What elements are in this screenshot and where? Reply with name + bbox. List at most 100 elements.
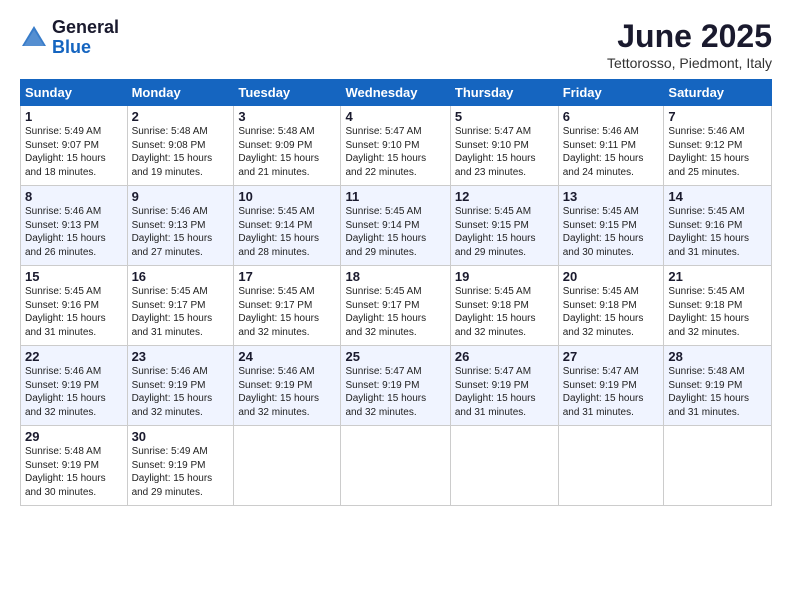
calendar-cell: 21Sunrise: 5:45 AM Sunset: 9:18 PM Dayli… bbox=[664, 266, 772, 346]
day-number: 24 bbox=[238, 349, 336, 364]
calendar-cell: 9Sunrise: 5:46 AM Sunset: 9:13 PM Daylig… bbox=[127, 186, 234, 266]
day-number: 21 bbox=[668, 269, 767, 284]
day-number: 28 bbox=[668, 349, 767, 364]
day-number: 25 bbox=[345, 349, 445, 364]
day-number: 20 bbox=[563, 269, 660, 284]
calendar-week-row: 1Sunrise: 5:49 AM Sunset: 9:07 PM Daylig… bbox=[21, 106, 772, 186]
calendar-header-row: SundayMondayTuesdayWednesdayThursdayFrid… bbox=[21, 80, 772, 106]
day-number: 7 bbox=[668, 109, 767, 124]
calendar-cell: 10Sunrise: 5:45 AM Sunset: 9:14 PM Dayli… bbox=[234, 186, 341, 266]
calendar-cell: 28Sunrise: 5:48 AM Sunset: 9:19 PM Dayli… bbox=[664, 346, 772, 426]
calendar-cell bbox=[558, 426, 664, 506]
logo-icon bbox=[20, 24, 48, 52]
logo-text: General Blue bbox=[52, 18, 119, 58]
day-info: Sunrise: 5:45 AM Sunset: 9:15 PM Dayligh… bbox=[563, 205, 660, 259]
day-info: Sunrise: 5:48 AM Sunset: 9:08 PM Dayligh… bbox=[132, 125, 230, 179]
weekday-header: Friday bbox=[558, 80, 664, 106]
day-info: Sunrise: 5:45 AM Sunset: 9:17 PM Dayligh… bbox=[132, 285, 230, 339]
weekday-header: Tuesday bbox=[234, 80, 341, 106]
calendar-cell: 5Sunrise: 5:47 AM Sunset: 9:10 PM Daylig… bbox=[450, 106, 558, 186]
month-title: June 2025 bbox=[607, 18, 772, 55]
logo-blue: Blue bbox=[52, 37, 91, 57]
day-info: Sunrise: 5:47 AM Sunset: 9:10 PM Dayligh… bbox=[345, 125, 445, 179]
weekday-header: Wednesday bbox=[341, 80, 450, 106]
day-info: Sunrise: 5:48 AM Sunset: 9:19 PM Dayligh… bbox=[668, 365, 767, 419]
logo: General Blue bbox=[20, 18, 119, 58]
day-number: 29 bbox=[25, 429, 123, 444]
day-info: Sunrise: 5:49 AM Sunset: 9:19 PM Dayligh… bbox=[132, 445, 230, 499]
day-number: 2 bbox=[132, 109, 230, 124]
calendar-week-row: 29Sunrise: 5:48 AM Sunset: 9:19 PM Dayli… bbox=[21, 426, 772, 506]
day-info: Sunrise: 5:47 AM Sunset: 9:19 PM Dayligh… bbox=[455, 365, 554, 419]
day-number: 13 bbox=[563, 189, 660, 204]
calendar-cell: 29Sunrise: 5:48 AM Sunset: 9:19 PM Dayli… bbox=[21, 426, 128, 506]
calendar-cell: 30Sunrise: 5:49 AM Sunset: 9:19 PM Dayli… bbox=[127, 426, 234, 506]
day-number: 27 bbox=[563, 349, 660, 364]
day-number: 22 bbox=[25, 349, 123, 364]
day-info: Sunrise: 5:46 AM Sunset: 9:19 PM Dayligh… bbox=[25, 365, 123, 419]
day-info: Sunrise: 5:45 AM Sunset: 9:14 PM Dayligh… bbox=[345, 205, 445, 259]
calendar-cell: 26Sunrise: 5:47 AM Sunset: 9:19 PM Dayli… bbox=[450, 346, 558, 426]
day-info: Sunrise: 5:48 AM Sunset: 9:19 PM Dayligh… bbox=[25, 445, 123, 499]
calendar-cell: 27Sunrise: 5:47 AM Sunset: 9:19 PM Dayli… bbox=[558, 346, 664, 426]
calendar-cell: 18Sunrise: 5:45 AM Sunset: 9:17 PM Dayli… bbox=[341, 266, 450, 346]
calendar-cell: 13Sunrise: 5:45 AM Sunset: 9:15 PM Dayli… bbox=[558, 186, 664, 266]
calendar-cell: 17Sunrise: 5:45 AM Sunset: 9:17 PM Dayli… bbox=[234, 266, 341, 346]
calendar-cell: 25Sunrise: 5:47 AM Sunset: 9:19 PM Dayli… bbox=[341, 346, 450, 426]
calendar-cell: 16Sunrise: 5:45 AM Sunset: 9:17 PM Dayli… bbox=[127, 266, 234, 346]
day-number: 6 bbox=[563, 109, 660, 124]
weekday-header: Saturday bbox=[664, 80, 772, 106]
calendar-cell: 1Sunrise: 5:49 AM Sunset: 9:07 PM Daylig… bbox=[21, 106, 128, 186]
day-number: 1 bbox=[25, 109, 123, 124]
day-number: 17 bbox=[238, 269, 336, 284]
calendar-week-row: 15Sunrise: 5:45 AM Sunset: 9:16 PM Dayli… bbox=[21, 266, 772, 346]
calendar-cell: 7Sunrise: 5:46 AM Sunset: 9:12 PM Daylig… bbox=[664, 106, 772, 186]
calendar-cell: 20Sunrise: 5:45 AM Sunset: 9:18 PM Dayli… bbox=[558, 266, 664, 346]
calendar-cell: 11Sunrise: 5:45 AM Sunset: 9:14 PM Dayli… bbox=[341, 186, 450, 266]
calendar-cell: 6Sunrise: 5:46 AM Sunset: 9:11 PM Daylig… bbox=[558, 106, 664, 186]
day-number: 12 bbox=[455, 189, 554, 204]
day-info: Sunrise: 5:46 AM Sunset: 9:13 PM Dayligh… bbox=[132, 205, 230, 259]
day-number: 8 bbox=[25, 189, 123, 204]
calendar-cell: 14Sunrise: 5:45 AM Sunset: 9:16 PM Dayli… bbox=[664, 186, 772, 266]
day-info: Sunrise: 5:45 AM Sunset: 9:16 PM Dayligh… bbox=[668, 205, 767, 259]
calendar-cell: 12Sunrise: 5:45 AM Sunset: 9:15 PM Dayli… bbox=[450, 186, 558, 266]
calendar-cell bbox=[341, 426, 450, 506]
title-area: June 2025 Tettorosso, Piedmont, Italy bbox=[607, 18, 772, 71]
day-info: Sunrise: 5:45 AM Sunset: 9:16 PM Dayligh… bbox=[25, 285, 123, 339]
page: General Blue June 2025 Tettorosso, Piedm… bbox=[0, 0, 792, 612]
day-number: 5 bbox=[455, 109, 554, 124]
calendar-cell: 3Sunrise: 5:48 AM Sunset: 9:09 PM Daylig… bbox=[234, 106, 341, 186]
calendar-week-row: 8Sunrise: 5:46 AM Sunset: 9:13 PM Daylig… bbox=[21, 186, 772, 266]
day-number: 4 bbox=[345, 109, 445, 124]
day-info: Sunrise: 5:46 AM Sunset: 9:13 PM Dayligh… bbox=[25, 205, 123, 259]
day-info: Sunrise: 5:48 AM Sunset: 9:09 PM Dayligh… bbox=[238, 125, 336, 179]
calendar-cell: 15Sunrise: 5:45 AM Sunset: 9:16 PM Dayli… bbox=[21, 266, 128, 346]
day-number: 16 bbox=[132, 269, 230, 284]
day-info: Sunrise: 5:45 AM Sunset: 9:17 PM Dayligh… bbox=[238, 285, 336, 339]
calendar-table: SundayMondayTuesdayWednesdayThursdayFrid… bbox=[20, 79, 772, 506]
day-number: 14 bbox=[668, 189, 767, 204]
day-number: 30 bbox=[132, 429, 230, 444]
calendar-cell bbox=[664, 426, 772, 506]
calendar-cell: 24Sunrise: 5:46 AM Sunset: 9:19 PM Dayli… bbox=[234, 346, 341, 426]
day-info: Sunrise: 5:46 AM Sunset: 9:19 PM Dayligh… bbox=[132, 365, 230, 419]
day-info: Sunrise: 5:46 AM Sunset: 9:12 PM Dayligh… bbox=[668, 125, 767, 179]
calendar-cell: 4Sunrise: 5:47 AM Sunset: 9:10 PM Daylig… bbox=[341, 106, 450, 186]
day-info: Sunrise: 5:45 AM Sunset: 9:18 PM Dayligh… bbox=[455, 285, 554, 339]
day-info: Sunrise: 5:49 AM Sunset: 9:07 PM Dayligh… bbox=[25, 125, 123, 179]
day-number: 26 bbox=[455, 349, 554, 364]
calendar-week-row: 22Sunrise: 5:46 AM Sunset: 9:19 PM Dayli… bbox=[21, 346, 772, 426]
day-number: 18 bbox=[345, 269, 445, 284]
calendar-cell: 23Sunrise: 5:46 AM Sunset: 9:19 PM Dayli… bbox=[127, 346, 234, 426]
logo-general: General bbox=[52, 17, 119, 37]
day-info: Sunrise: 5:47 AM Sunset: 9:10 PM Dayligh… bbox=[455, 125, 554, 179]
calendar-body: 1Sunrise: 5:49 AM Sunset: 9:07 PM Daylig… bbox=[21, 106, 772, 506]
day-info: Sunrise: 5:46 AM Sunset: 9:11 PM Dayligh… bbox=[563, 125, 660, 179]
day-number: 3 bbox=[238, 109, 336, 124]
weekday-header: Sunday bbox=[21, 80, 128, 106]
day-info: Sunrise: 5:45 AM Sunset: 9:18 PM Dayligh… bbox=[563, 285, 660, 339]
calendar-cell bbox=[450, 426, 558, 506]
day-number: 10 bbox=[238, 189, 336, 204]
day-info: Sunrise: 5:45 AM Sunset: 9:14 PM Dayligh… bbox=[238, 205, 336, 259]
